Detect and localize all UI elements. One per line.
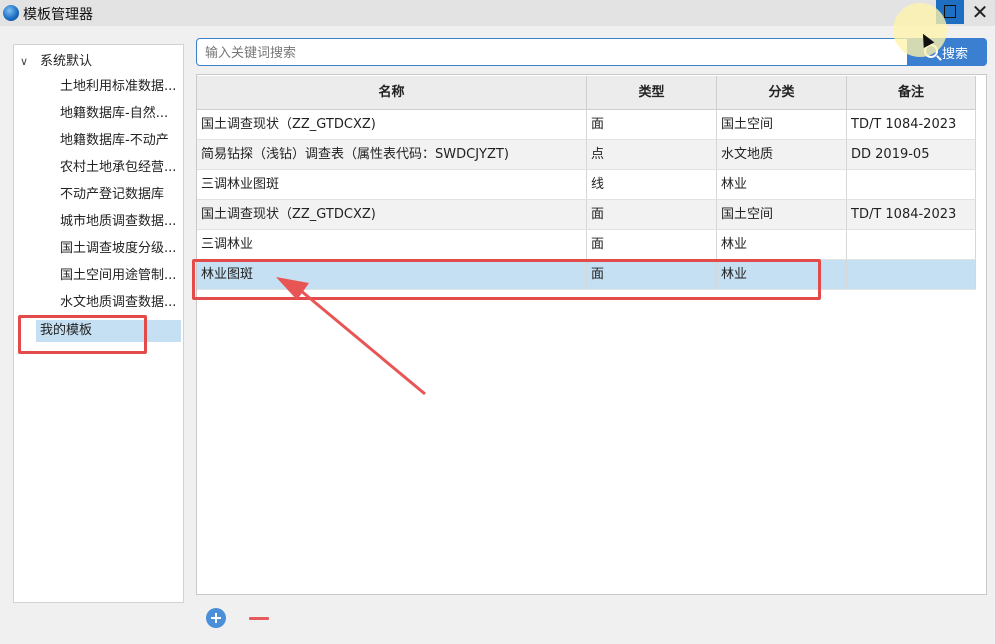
tree-item[interactable]: 城市地质调查数据... xyxy=(60,209,182,235)
cell-name: 三调林业图斑 xyxy=(197,170,587,200)
tree-item[interactable]: 水文地质调查数据... xyxy=(60,290,182,316)
cell-type: 面 xyxy=(587,110,717,140)
tree-item[interactable]: 国土调查坡度分级... xyxy=(60,236,182,262)
search-input[interactable] xyxy=(197,39,897,67)
cell-remark xyxy=(847,230,976,260)
cell-type: 面 xyxy=(587,230,717,260)
cell-name: 国土调查现状（ZZ_GTDCXZ) xyxy=(197,200,587,230)
search-field xyxy=(196,38,908,67)
cell-category: 国土空间 xyxy=(717,200,847,230)
annotation-highlight-box xyxy=(18,315,147,354)
cell-category: 林业 xyxy=(717,230,847,260)
cell-category: 林业 xyxy=(717,170,847,200)
tree-item[interactable]: 地籍数据库-不动产 xyxy=(60,128,182,154)
search-button[interactable]: 搜索 xyxy=(908,38,987,66)
cell-remark: TD/T 1084-2023 xyxy=(847,110,976,140)
tree-node-label: 系统默认 xyxy=(40,54,93,69)
cell-name: 林业图斑 xyxy=(197,260,587,290)
cell-remark xyxy=(847,260,976,290)
table-row[interactable]: 林业图斑面林业 xyxy=(197,260,976,290)
cell-remark: TD/T 1084-2023 xyxy=(847,200,976,230)
tree-item[interactable]: 国土空间用途管制... xyxy=(60,263,182,289)
cell-category: 国土空间 xyxy=(717,110,847,140)
table-row[interactable]: 国土调查现状（ZZ_GTDCXZ) 面国土空间 TD/T 1084-2023 xyxy=(197,200,976,230)
remove-template-button[interactable] xyxy=(249,609,271,627)
template-table: 名称 类型 分类 备注 国土调查现状（ZZ_GTDCXZ) 面国土空间 TD/T 1… xyxy=(196,74,987,595)
cell-type: 面 xyxy=(587,260,717,290)
search-button-label: 搜索 xyxy=(942,47,969,62)
table-row[interactable]: 三调林业图斑线林业 xyxy=(197,170,976,200)
cell-category: 林业 xyxy=(717,260,847,290)
tree-item[interactable]: 土地利用标准数据... xyxy=(60,74,182,100)
cell-type: 面 xyxy=(587,200,717,230)
table-row[interactable]: 三调林业面林业 xyxy=(197,230,976,260)
app-logo-icon xyxy=(3,5,19,21)
cell-name: 三调林业 xyxy=(197,230,587,260)
maximize-button[interactable] xyxy=(936,0,964,24)
tree-node-system-default[interactable]: ∨ 系统默认 xyxy=(20,52,92,72)
column-header-remark[interactable]: 备注 xyxy=(847,76,976,110)
column-header-type[interactable]: 类型 xyxy=(587,76,717,110)
table-row[interactable]: 简易钻探（浅钻）调查表（属性表代码：SWDCJYZT) 点水文地质 DD 2019-… xyxy=(197,140,976,170)
chevron-down-icon[interactable]: ∨ xyxy=(20,52,34,72)
cell-type: 线 xyxy=(587,170,717,200)
search-icon xyxy=(924,44,938,58)
tree-item[interactable]: 农村土地承包经营... xyxy=(60,155,182,181)
add-template-button[interactable] xyxy=(206,608,226,628)
cell-remark xyxy=(847,170,976,200)
cell-type: 点 xyxy=(587,140,717,170)
window-title: 模板管理器 xyxy=(23,7,93,23)
close-button[interactable]: ✕ xyxy=(966,0,994,24)
cell-category: 水文地质 xyxy=(717,140,847,170)
tree-item[interactable]: 地籍数据库-自然... xyxy=(60,101,182,127)
cell-name: 国土调查现状（ZZ_GTDCXZ) xyxy=(197,110,587,140)
tree-item[interactable]: 不动产登记数据库 xyxy=(60,182,182,208)
column-header-name[interactable]: 名称 xyxy=(197,76,587,110)
cell-remark: DD 2019-05 xyxy=(847,140,976,170)
cell-name: 简易钻探（浅钻）调查表（属性表代码：SWDCJYZT) xyxy=(197,140,587,170)
column-header-category[interactable]: 分类 xyxy=(717,76,847,110)
title-bar: 模板管理器 ✕ xyxy=(0,0,995,26)
table-row[interactable]: 国土调查现状（ZZ_GTDCXZ) 面国土空间 TD/T 1084-2023 xyxy=(197,110,976,140)
